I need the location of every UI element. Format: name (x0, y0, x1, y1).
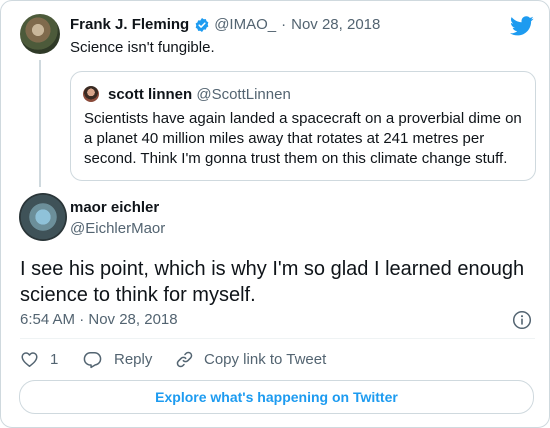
reply-button[interactable]: Reply (83, 350, 152, 369)
avatar-maor-eichler[interactable] (19, 193, 67, 241)
verified-badge-icon (195, 17, 209, 32)
heart-icon (21, 352, 38, 367)
like-button[interactable]: 1 (20, 350, 58, 369)
author-handle[interactable]: @IMAO_ (214, 16, 276, 33)
parent-tweet-text: Science isn't fungible. (70, 39, 215, 56)
author-name[interactable]: Frank J. Fleming (70, 16, 189, 33)
meta-separator: · (281, 16, 287, 33)
tweet-embed-card: Frank J. Fleming @IMAO_ · Nov 28, 2018 S… (0, 0, 550, 428)
quoted-author-name: scott linnen (108, 86, 193, 103)
tweet-text: I see his point, which is why I'm so gla… (20, 258, 525, 306)
twitter-bird-icon[interactable] (510, 14, 534, 38)
copy-link-label: Copy link to Tweet (204, 351, 327, 368)
parent-tweet-header: Frank J. Fleming @IMAO_ · Nov 28, 2018 (70, 16, 380, 33)
tweet-date[interactable]: Nov 28, 2018 (291, 16, 380, 33)
quoted-tweet-text: Scientists have again landed a spacecraf… (84, 110, 522, 167)
explore-twitter-button[interactable]: Explore what's happening on Twitter (19, 380, 534, 414)
avatar-scott-linnen (83, 86, 99, 102)
copy-link-button[interactable]: Copy link to Tweet (175, 350, 326, 369)
reply-label: Reply (114, 351, 153, 368)
divider (20, 338, 535, 339)
tweet-timestamp[interactable]: 6:54 AM · Nov 28, 2018 (20, 311, 178, 328)
reply-bubble-icon (83, 352, 102, 369)
quoted-tweet[interactable]: scott linnen @ScottLinnen Scientists hav… (70, 71, 536, 181)
avatar-frank-fleming[interactable] (20, 14, 60, 54)
link-icon (176, 351, 193, 368)
quoted-author-handle: @ScottLinnen (196, 86, 291, 103)
thread-connector (39, 60, 41, 187)
quoted-tweet-header: scott linnen @ScottLinnen (108, 86, 291, 103)
author-name[interactable]: maor eichler (70, 199, 159, 216)
like-count: 1 (50, 351, 59, 368)
author-handle[interactable]: @EichlerMaor (70, 220, 165, 237)
info-icon[interactable] (512, 310, 532, 330)
